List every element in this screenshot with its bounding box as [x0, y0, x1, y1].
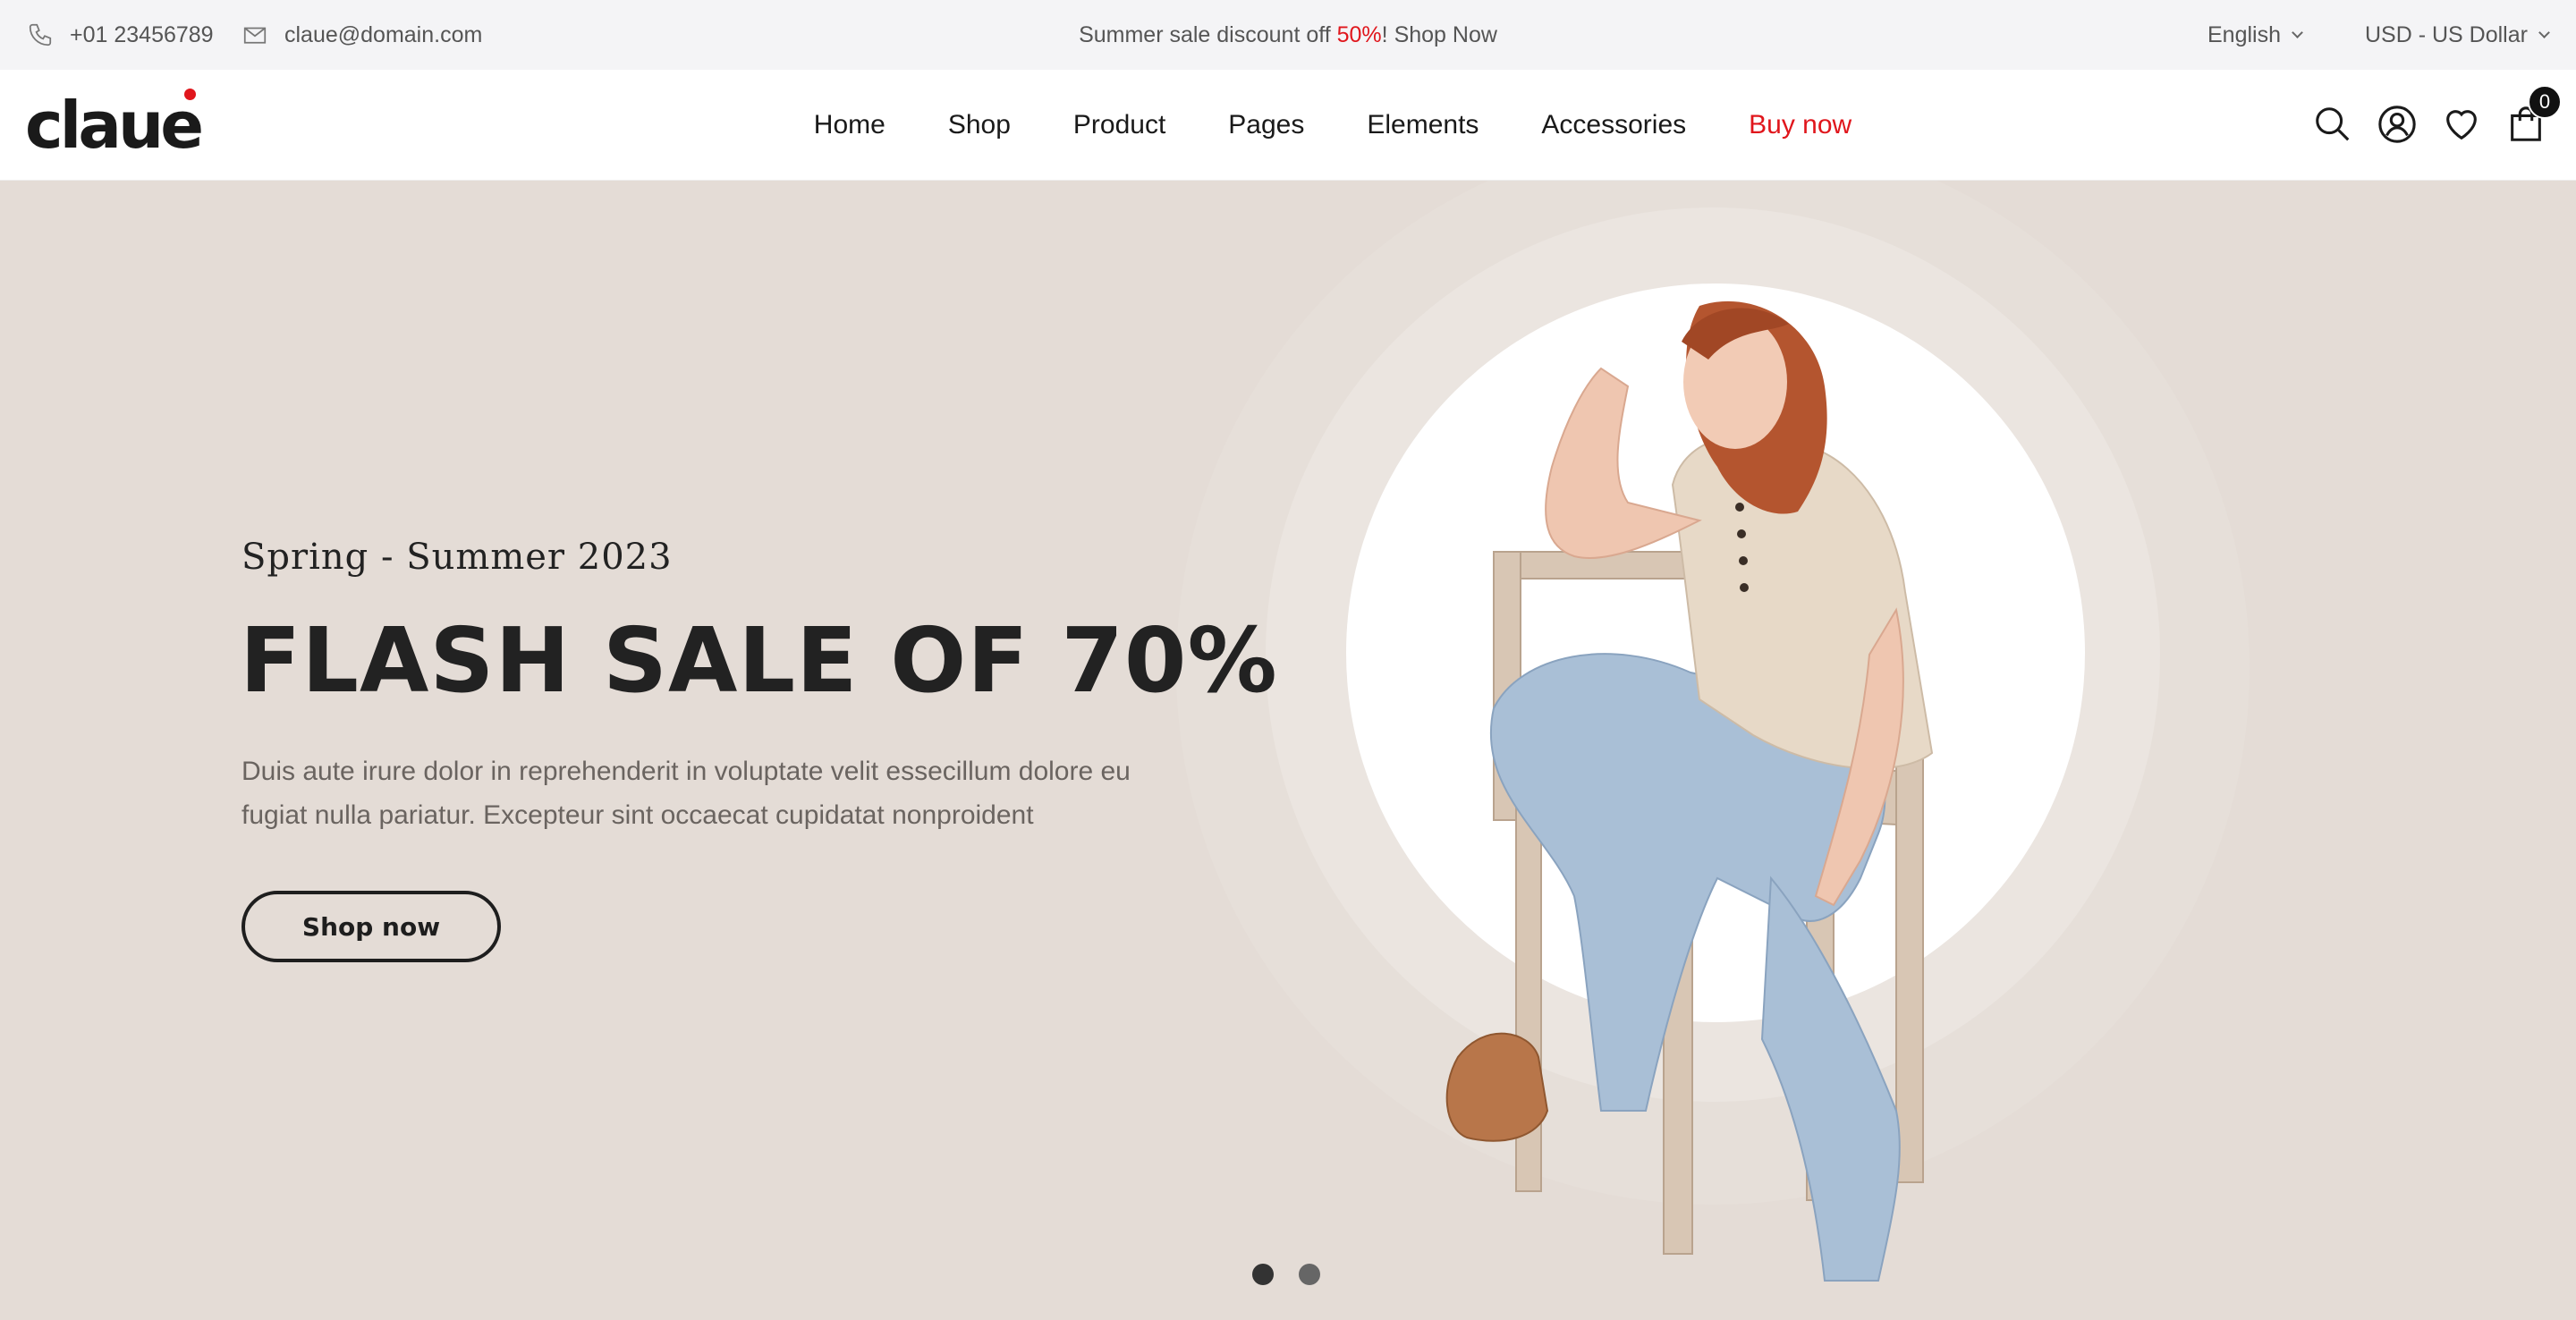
- nav-item-elements[interactable]: Elements: [1367, 110, 1479, 140]
- shop-now-button[interactable]: Shop now: [242, 891, 501, 962]
- slider-dot-1[interactable]: [1252, 1264, 1274, 1285]
- currency-selector[interactable]: USD - US Dollar: [2365, 0, 2550, 70]
- nav-item-home[interactable]: Home: [814, 110, 886, 140]
- heart-icon: [2446, 110, 2477, 140]
- nav-item-pages[interactable]: Pages: [1228, 110, 1304, 140]
- main-nav: Home Shop Product Pages Elements Accesso…: [0, 70, 2576, 181]
- nav-item-buy-now[interactable]: Buy now: [1749, 110, 1852, 140]
- hero-description-line-1: Duis aute irure dolor in reprehenderit i…: [242, 757, 1131, 786]
- hero-description-line-2: fugiat nulla pariatur. Excepteur sint oc…: [242, 800, 1034, 830]
- phone-icon: [29, 23, 52, 47]
- chevron-down-icon: [2538, 26, 2550, 38]
- mail-icon: [243, 27, 267, 44]
- promo-text-before: Summer sale discount off: [1079, 21, 1337, 47]
- promo-text-after: ! Shop Now: [1381, 21, 1497, 47]
- currency-label: USD - US Dollar: [2365, 21, 2528, 47]
- hero-subtitle: Spring - Summer 2023: [242, 537, 673, 578]
- slider-pagination: [1252, 1264, 1345, 1285]
- slider-dot-2[interactable]: [1299, 1264, 1320, 1285]
- nav-items: Home Shop Product Pages Elements Accesso…: [783, 70, 1883, 181]
- logo-text: claue: [25, 88, 204, 163]
- promo-highlight: 50%: [1336, 21, 1382, 47]
- language-selector[interactable]: English: [2207, 0, 2303, 70]
- wishlist-button[interactable]: [2441, 104, 2482, 145]
- nav-item-shop[interactable]: Shop: [948, 110, 1011, 140]
- promo-link[interactable]: Summer sale discount off 50%! Shop Now: [1079, 22, 1497, 48]
- nav-item-product[interactable]: Product: [1073, 110, 1165, 140]
- search-icon: [2316, 107, 2350, 141]
- phone-number: +01 23456789: [70, 21, 214, 47]
- email-contact[interactable]: claue@domain.com: [242, 0, 482, 70]
- hero-banner: Spring - Summer 2023 FLASH SALE OF 70% D…: [0, 181, 2576, 1320]
- hero-title: FLASH SALE OF 70%: [240, 608, 1278, 713]
- logo[interactable]: claue: [25, 88, 204, 163]
- cart-count-badge: 0: [2528, 85, 2562, 119]
- phone-contact[interactable]: +01 23456789: [27, 0, 214, 70]
- user-icon: [2378, 106, 2416, 143]
- account-button[interactable]: [2377, 104, 2418, 145]
- email-address: claue@domain.com: [284, 21, 483, 47]
- search-button[interactable]: [2312, 104, 2353, 145]
- chevron-down-icon: [2292, 26, 2303, 38]
- top-bar: +01 23456789 claue@domain.com Summer sal…: [0, 0, 2576, 70]
- nav-item-accessories[interactable]: Accessories: [1541, 110, 1686, 140]
- hero-model-image: [1445, 300, 1934, 1282]
- main-header: claue Home Shop Product Pages Elements A…: [0, 70, 2576, 181]
- logo-dot: [184, 89, 196, 100]
- hero-description: Duis aute irure dolor in reprehenderit i…: [242, 749, 1208, 837]
- language-label: English: [2207, 21, 2281, 47]
